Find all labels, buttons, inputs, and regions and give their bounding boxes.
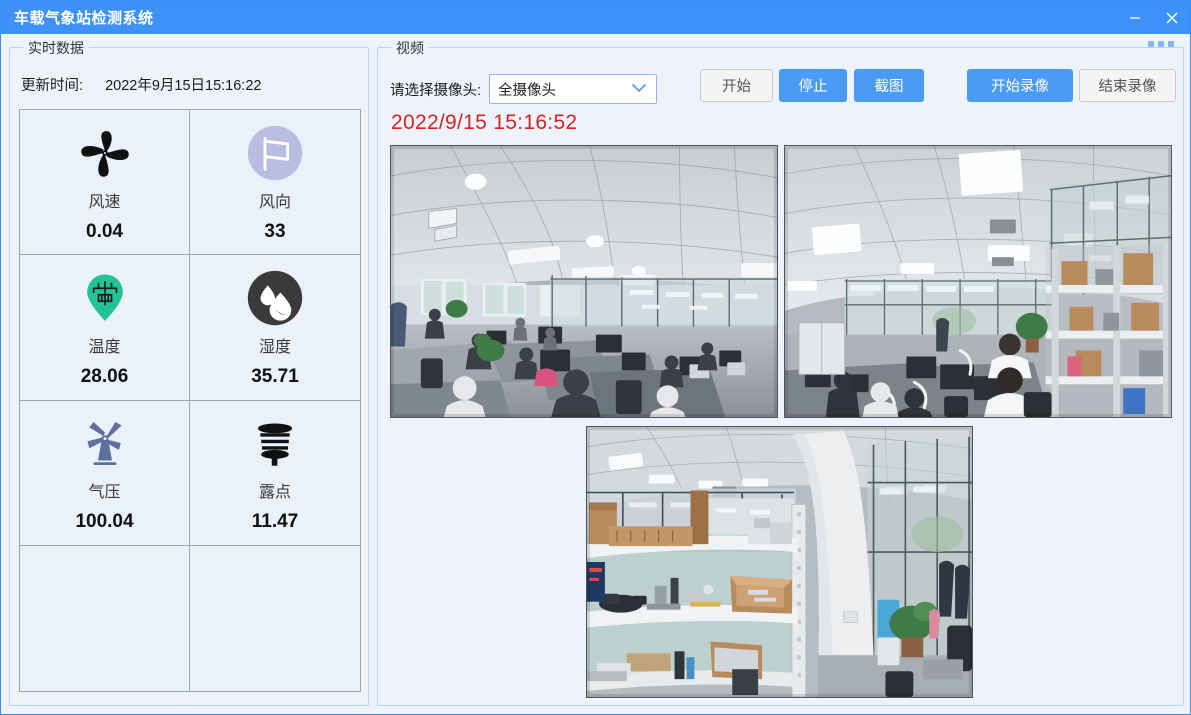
minimize-button[interactable] (1116, 1, 1153, 34)
camera-feed-2-image (785, 146, 1171, 417)
update-time-value: 2022年9月15日15:16:22 (105, 78, 262, 94)
stop-record-button[interactable]: 结束录像 (1079, 69, 1176, 102)
camera-select-label: 请选择摄像头: (390, 82, 482, 99)
metric-value: 11.47 (251, 511, 299, 533)
metric-cell-pressure: 气压 100.04 (20, 400, 190, 546)
metric-cell-empty-1 (20, 545, 190, 691)
record-timestamp: 2022/9/15 15:16:52 (391, 111, 578, 134)
metric-value: 0.04 (86, 220, 123, 242)
camera-select[interactable]: 全摄像头 (489, 74, 658, 104)
window-title: 车载气象站检测系统 (14, 10, 154, 27)
metric-label: 温度 (88, 338, 121, 356)
flag-icon (246, 122, 304, 184)
window-controls (1116, 1, 1190, 34)
water-drop-icon (246, 267, 304, 329)
camera-feed-3-image (587, 427, 972, 697)
metric-label: 风向 (258, 193, 291, 211)
camera-feed-2[interactable] (784, 145, 1172, 418)
metric-value: 28.06 (80, 365, 129, 387)
update-time-label: 更新时间: (21, 78, 84, 94)
camera-select-value: 全摄像头 (498, 82, 557, 99)
dew-sensor-icon (249, 412, 301, 474)
metric-label: 湿度 (258, 338, 291, 356)
close-icon (1166, 12, 1177, 23)
metric-cell-temperature: 温度 28.06 (20, 255, 190, 401)
camera-selector-row: 请选择摄像头: 全摄像头 (390, 72, 658, 106)
video-panel-title: 视频 (391, 38, 429, 58)
application-window: 车载气象站检测系统 实时数据 更新时间: 2022年9月15日15:16:22 (0, 0, 1191, 715)
realtime-data-panel: 实时数据 更新时间: 2022年9月15日15:16:22 风速 0.04 风向… (9, 38, 369, 706)
metric-cell-wind-speed: 风速 0.04 (20, 110, 190, 256)
chevron-down-icon (631, 80, 647, 98)
fan-icon (76, 122, 134, 184)
metric-label: 风速 (88, 193, 121, 211)
metrics-grid: 风速 0.04 风向 33 温度 28.06 湿度 35.71 气压 100.0… (19, 109, 361, 692)
minimize-icon (1129, 16, 1140, 19)
close-button[interactable] (1153, 1, 1190, 34)
stop-button[interactable]: 停止 (779, 69, 847, 102)
metric-label: 露点 (258, 484, 291, 502)
metric-cell-empty-2 (190, 545, 360, 691)
update-time-row: 更新时间: 2022年9月15日15:16:22 (21, 74, 261, 95)
screenshot-button[interactable]: 截图 (854, 69, 924, 102)
realtime-data-panel-title: 实时数据 (23, 38, 89, 58)
metric-cell-humidity: 湿度 35.71 (190, 255, 360, 401)
start-record-button[interactable]: 开始录像 (967, 69, 1073, 102)
start-button[interactable]: 开始 (700, 69, 773, 102)
windmill-icon (77, 412, 133, 474)
camera-feed-1[interactable] (390, 145, 778, 418)
title-bar: 车载气象站检测系统 (1, 1, 1190, 34)
metric-cell-wind-direction: 风向 33 (190, 110, 360, 256)
metric-cell-dew-point: 露点 11.47 (190, 400, 360, 546)
metric-label: 气压 (88, 484, 121, 502)
metric-value: 100.04 (75, 511, 134, 533)
camera-feed-1-image (391, 146, 777, 417)
metric-value: 33 (264, 220, 286, 242)
map-pin-icon (79, 267, 131, 329)
camera-feed-3[interactable] (586, 426, 973, 698)
metric-value: 35.71 (251, 365, 299, 387)
